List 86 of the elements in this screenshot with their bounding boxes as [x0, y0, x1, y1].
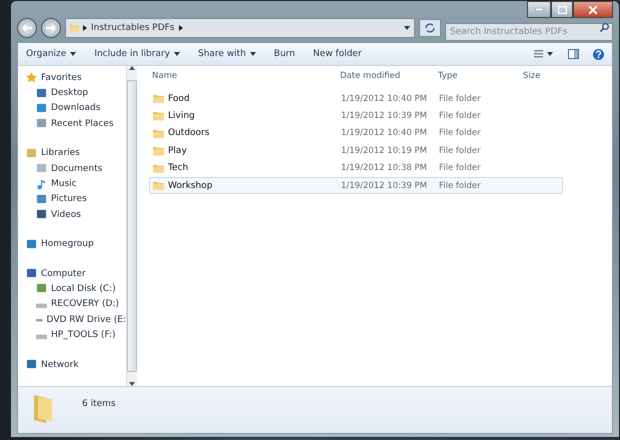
date-cell-text: 1/19/2012 10:39 PM — [340, 111, 428, 122]
toolbar-button[interactable]: Share with — [198, 49, 256, 59]
column-header[interactable]: Name — [149, 71, 337, 81]
type-cell-text: File folder — [438, 163, 482, 174]
file-name: Workshop — [168, 180, 212, 191]
navigation-item[interactable]: Network — [26, 356, 126, 372]
navigation-item[interactable]: RECOVERY (D:) — [26, 296, 126, 312]
minimize-button[interactable] — [527, 1, 551, 18]
minimize-icon — [535, 8, 543, 11]
type-cell-text: File folder — [438, 180, 482, 191]
chevron-icon — [178, 25, 182, 31]
file-row[interactable]: Play 1/19/2012 10:19 PM File folder — [149, 142, 563, 160]
forward-button[interactable] — [41, 18, 61, 38]
toolbar-button[interactable]: Burn — [274, 49, 296, 59]
file-name: Food — [168, 94, 190, 104]
type-cell-text: File folder — [438, 94, 482, 104]
item-count: 6 items — [82, 399, 116, 410]
view-options-icon[interactable] — [534, 50, 554, 58]
type-cell-text: File folder — [438, 128, 482, 138]
breadcrumb[interactable]: Instructables PDFs — [91, 23, 174, 33]
chevron-icon — [83, 25, 87, 31]
navigation-item[interactable]: Local Disk (C:) — [26, 281, 126, 297]
navigation-item[interactable]: Music — [26, 176, 126, 192]
scrollbar[interactable] — [126, 66, 137, 386]
folder-icon — [153, 146, 164, 156]
navigation-item[interactable]: Videos — [26, 207, 126, 223]
folder-icon — [70, 24, 79, 32]
navigation-item[interactable]: DVD RW Drive (E: — [26, 312, 126, 328]
folder-icon — [153, 180, 164, 190]
date-cell-text: 1/19/2012 10:39 PM — [340, 180, 428, 191]
file-row[interactable]: Outdoors 1/19/2012 10:40 PM File folder — [149, 124, 563, 142]
date-cell-text: 1/19/2012 10:40 PM — [340, 94, 428, 104]
caret-icon — [174, 52, 180, 56]
folder-icon — [153, 94, 164, 104]
file-row[interactable]: Tech 1/19/2012 10:38 PM File folder — [149, 160, 563, 177]
help-icon[interactable] — [593, 48, 604, 60]
column-header[interactable]: Type — [435, 71, 520, 81]
folder-icon — [32, 393, 54, 424]
navigation-item[interactable]: Documents — [26, 160, 126, 176]
navigation-item[interactable]: Computer — [26, 266, 126, 282]
back-button[interactable] — [17, 18, 37, 38]
type-cell-text: File folder — [438, 146, 482, 156]
close-icon — [589, 6, 597, 14]
navigation-item[interactable]: HP_TOOLS (F:) — [26, 327, 126, 343]
column-header[interactable]: Date modified — [337, 71, 435, 81]
file-name: Play — [168, 146, 187, 156]
folder-icon — [153, 111, 164, 121]
file-name: Outdoors — [168, 128, 210, 138]
file-name: Tech — [168, 163, 188, 174]
file-name: Living — [168, 111, 195, 122]
back-arrow-icon — [22, 24, 32, 32]
preview-pane-icon[interactable] — [568, 49, 579, 59]
toolbar-button[interactable]: Organize — [26, 49, 76, 59]
toolbar-button[interactable]: New folder — [313, 49, 362, 59]
navigation-item[interactable]: Downloads — [26, 100, 126, 116]
close-button[interactable] — [573, 1, 613, 18]
toolbar-button[interactable]: Include in library — [94, 49, 180, 59]
maximize-button[interactable] — [551, 1, 573, 18]
navigation-item[interactable]: Pictures — [26, 192, 126, 208]
address-bar[interactable]: Instructables PDFs — [65, 18, 415, 38]
date-cell-text: 1/19/2012 10:40 PM — [340, 128, 428, 138]
maximize-icon — [558, 6, 566, 14]
caret-icon — [404, 26, 410, 30]
forward-arrow-icon — [46, 24, 56, 32]
file-row[interactable]: Food 1/19/2012 10:40 PM File folder — [149, 90, 563, 108]
navigation-item[interactable]: Libraries — [26, 146, 126, 161]
search-icon — [600, 23, 609, 32]
music-note-icon — [36, 178, 47, 190]
file-row[interactable]: Living 1/19/2012 10:39 PM File folder — [149, 107, 563, 125]
refresh-arrows-icon — [425, 23, 435, 33]
caret-icon — [250, 52, 256, 56]
folder-icon — [153, 164, 164, 173]
date-cell-text: 1/19/2012 10:19 PM — [340, 146, 428, 156]
caret-icon — [70, 52, 76, 56]
type-cell-text: File folder — [438, 111, 482, 122]
navigation-item[interactable]: Homegroup — [26, 236, 126, 252]
date-cell-text: 1/19/2012 10:38 PM — [340, 163, 428, 174]
folder-icon — [153, 128, 164, 138]
column-header[interactable]: Size — [520, 71, 570, 81]
navigation-item[interactable]: Recent Places — [26, 116, 126, 132]
file-row[interactable]: Workshop 1/19/2012 10:39 PM File folder — [149, 176, 563, 194]
navigation-item[interactable]: Favorites — [26, 70, 126, 86]
star-icon — [26, 72, 37, 84]
search-field[interactable]: Search Instructables PDFs — [445, 23, 613, 41]
navigation-item[interactable]: Desktop — [26, 85, 126, 101]
refresh-button[interactable] — [419, 19, 441, 37]
